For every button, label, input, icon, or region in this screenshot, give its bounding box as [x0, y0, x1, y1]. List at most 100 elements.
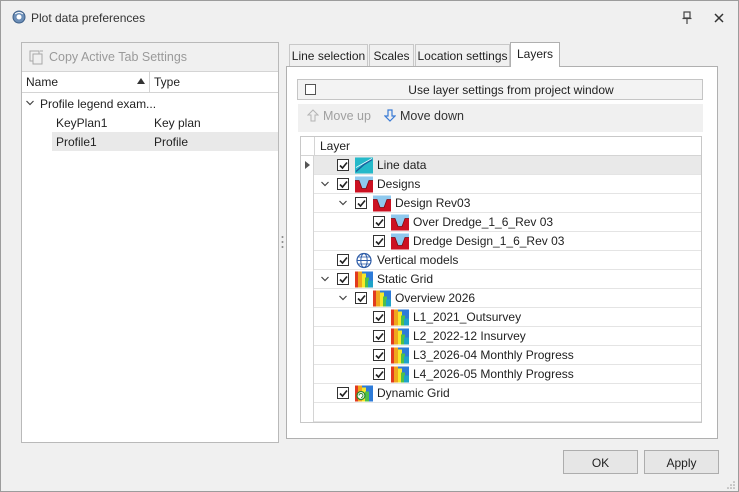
row-indicator-icon: [305, 161, 310, 169]
tab-location-settings[interactable]: Location settings: [415, 44, 510, 66]
checkmark-icon: [339, 180, 348, 189]
window-title: Plot data preferences: [31, 11, 146, 25]
column-separator[interactable]: [149, 72, 150, 93]
copy-active-tab-settings-button[interactable]: Copy Active Tab Settings: [22, 43, 278, 72]
plot-data-preferences-dialog: Plot data preferences Copy Active Tab Se…: [0, 0, 739, 492]
layers-tree: Layer Line data Designs Design Rev03 Over D…: [300, 136, 702, 423]
checkbox-checked[interactable]: [373, 235, 385, 247]
layer-row[interactable]: L2_2022-12 Insurvey: [301, 327, 701, 346]
chevron-down-icon[interactable]: [321, 181, 329, 187]
checkbox-checked[interactable]: [373, 368, 385, 380]
row-indicator-gutter[interactable]: [301, 194, 314, 213]
layer-row[interactable]: Static Grid: [301, 270, 701, 289]
layer-label: Overview 2026: [395, 291, 476, 305]
row-name: Profile1: [52, 132, 149, 151]
row-indicator-gutter[interactable]: [301, 175, 314, 194]
layer-label: Line data: [377, 158, 427, 172]
layer-row[interactable]: Vertical models: [301, 251, 701, 270]
copy-active-tab-settings-label: Copy Active Tab Settings: [49, 50, 188, 64]
arrow-up-icon: [306, 109, 320, 122]
chevron-down-icon[interactable]: [339, 200, 347, 206]
row-indicator-gutter[interactable]: [301, 156, 314, 175]
checkbox-checked[interactable]: [337, 254, 349, 266]
checkbox-checked[interactable]: [337, 273, 349, 285]
design-icon: [355, 176, 373, 193]
design-icon: [391, 214, 409, 231]
column-layer-header[interactable]: Layer: [320, 139, 350, 153]
layer-label: Dredge Design_1_6_Rev 03: [413, 234, 565, 248]
layer-row[interactable]: Dredge Design_1_6_Rev 03: [301, 232, 701, 251]
design-icon: [391, 233, 409, 250]
move-down-button[interactable]: Move down: [383, 109, 464, 123]
table-row-selected[interactable]: Profile1 Profile: [22, 132, 278, 151]
tab-layers[interactable]: Layers: [510, 42, 560, 67]
grid-icon: [391, 309, 409, 326]
checkbox-checked[interactable]: [373, 330, 385, 342]
checkbox-checked[interactable]: [373, 311, 385, 323]
grid-icon: [355, 271, 373, 288]
layer-label: Dynamic Grid: [377, 386, 450, 400]
row-indicator-gutter[interactable]: [301, 289, 314, 308]
layer-label: L4_2026-05 Monthly Progress: [413, 367, 574, 381]
checkbox-checked[interactable]: [337, 387, 349, 399]
table-row[interactable]: KeyPlan1 Key plan: [22, 113, 278, 132]
checkmark-icon: [375, 351, 384, 360]
plot-items-panel: Copy Active Tab Settings Name Type Profi…: [21, 42, 279, 443]
column-type-header[interactable]: Type: [154, 75, 180, 89]
row-indicator-gutter[interactable]: [301, 365, 314, 384]
resize-grip-icon[interactable]: [727, 481, 735, 489]
group-label: Profile legend exam...: [40, 97, 157, 111]
layer-row[interactable]: Dynamic Grid: [301, 384, 701, 403]
row-indicator-gutter[interactable]: [301, 213, 314, 232]
move-down-label: Move down: [400, 109, 464, 123]
apply-button[interactable]: Apply: [644, 450, 719, 474]
layer-row[interactable]: L3_2026-04 Monthly Progress: [301, 346, 701, 365]
row-indicator-gutter[interactable]: [301, 346, 314, 365]
splitter-handle[interactable]: [281, 235, 284, 249]
layer-label: Design Rev03: [395, 196, 471, 210]
copy-icon: [29, 50, 43, 65]
row-indicator-gutter[interactable]: [301, 308, 314, 327]
checkbox-checked[interactable]: [337, 178, 349, 190]
ok-button[interactable]: OK: [563, 450, 638, 474]
layer-row[interactable]: Designs: [301, 175, 701, 194]
checkmark-icon: [375, 313, 384, 322]
chevron-down-icon[interactable]: [321, 276, 329, 282]
checkmark-icon: [339, 275, 348, 284]
use-project-layer-settings-checkbox[interactable]: Use layer settings from project window: [297, 79, 703, 100]
checkmark-icon: [339, 161, 348, 170]
layer-row[interactable]: L1_2021_Outsurvey: [301, 308, 701, 327]
move-up-button[interactable]: Move up: [306, 109, 371, 123]
checkbox-checked[interactable]: [373, 349, 385, 361]
grid-icon: [373, 290, 391, 307]
tab-line-selection[interactable]: Line selection: [289, 44, 368, 66]
layer-label: Vertical models: [377, 253, 459, 267]
column-name-header[interactable]: Name: [26, 75, 58, 89]
row-indicator-gutter[interactable]: [301, 384, 314, 403]
row-indicator-gutter[interactable]: [301, 327, 314, 346]
row-indicator-gutter[interactable]: [301, 251, 314, 270]
checkmark-icon: [375, 237, 384, 246]
layer-order-toolbar: Move up Move down: [298, 104, 703, 132]
tree-group-row[interactable]: Profile legend exam...: [22, 94, 278, 113]
layer-row[interactable]: L4_2026-05 Monthly Progress: [301, 365, 701, 384]
pin-icon[interactable]: [681, 11, 693, 25]
checkbox-checked[interactable]: [355, 292, 367, 304]
checkbox-checked[interactable]: [373, 216, 385, 228]
tab-scales[interactable]: Scales: [369, 44, 414, 66]
row-indicator-gutter[interactable]: [301, 270, 314, 289]
row-name: KeyPlan1: [56, 116, 108, 130]
layer-row[interactable]: Design Rev03: [301, 194, 701, 213]
checkbox-checked[interactable]: [337, 159, 349, 171]
globe-grid-icon: [356, 252, 372, 269]
checkmark-icon: [339, 389, 348, 398]
checkbox-checked[interactable]: [355, 197, 367, 209]
chevron-down-icon[interactable]: [339, 295, 347, 301]
layer-row[interactable]: Overview 2026: [301, 289, 701, 308]
layer-row-selected[interactable]: Line data: [301, 156, 701, 175]
line-data-icon: [355, 157, 373, 174]
layer-row[interactable]: Over Dredge_1_6_Rev 03: [301, 213, 701, 232]
row-indicator-gutter[interactable]: [301, 232, 314, 251]
chevron-down-icon[interactable]: [26, 100, 34, 106]
close-icon[interactable]: [711, 10, 727, 26]
